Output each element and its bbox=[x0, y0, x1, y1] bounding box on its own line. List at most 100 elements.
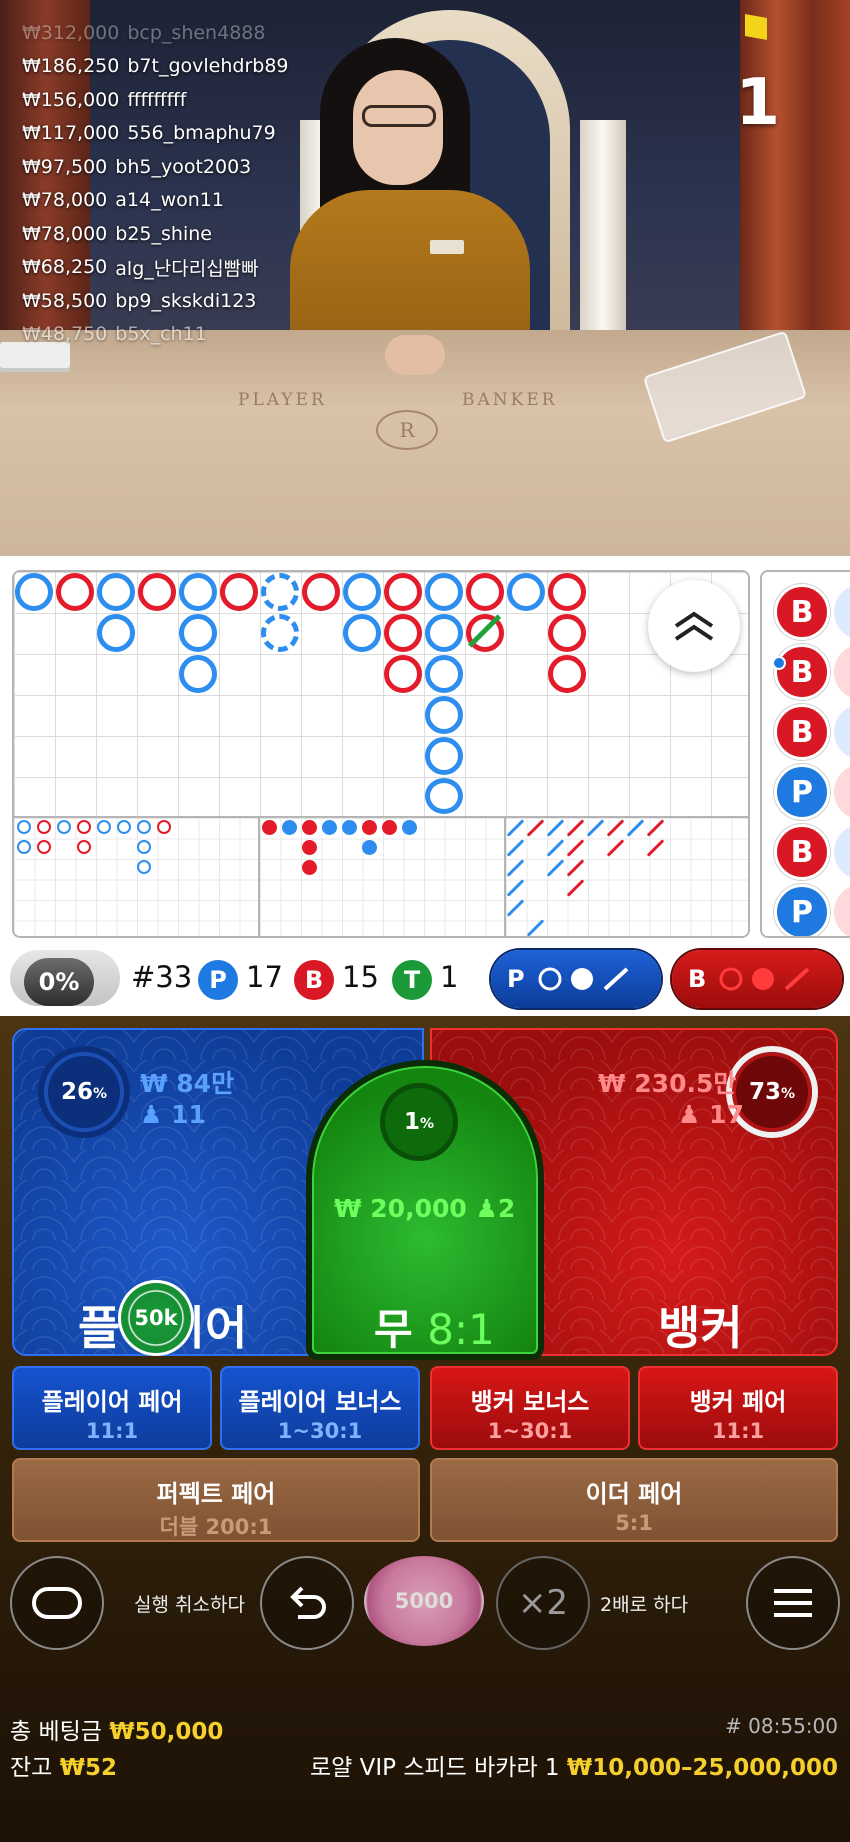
player-bonus-bet[interactable]: 플레이어 보너스 1~30:1 bbox=[220, 1366, 420, 1450]
video-pillar bbox=[580, 120, 626, 350]
small-road-dot bbox=[282, 820, 297, 835]
undo-label: 실행 취소하다 bbox=[134, 1594, 245, 1616]
big-road-banker-ring bbox=[384, 655, 422, 693]
player-badge: P bbox=[198, 960, 238, 1000]
small-road-dot bbox=[342, 820, 357, 835]
chip-selector[interactable]: 5000 bbox=[364, 1556, 484, 1646]
big-road-player-ring bbox=[97, 614, 135, 652]
small-road-dot bbox=[322, 820, 337, 835]
big-road-banker-ring bbox=[220, 573, 258, 611]
big-road-player-ring bbox=[179, 573, 217, 611]
player-ask-button[interactable]: P bbox=[491, 950, 661, 1008]
placed-chip[interactable]: 50k bbox=[118, 1280, 194, 1356]
big-road-banker-ring bbox=[138, 573, 176, 611]
bead-banker: B bbox=[774, 824, 830, 880]
table-name: 로얄 VIP 스피드 바카라 1 bbox=[310, 1755, 560, 1781]
big-road-player-ring bbox=[15, 573, 53, 611]
big-road-player-ring bbox=[425, 737, 463, 775]
player-pair-bet[interactable]: 플레이어 페어 11:1 bbox=[12, 1366, 212, 1450]
big-road-player-ring bbox=[343, 573, 381, 611]
winner-row: ₩78,000 a14_won11 bbox=[22, 189, 224, 212]
double-chevron-up-icon bbox=[674, 611, 714, 641]
table-icon bbox=[32, 1587, 82, 1619]
bet-limits: ₩10,000–25,000,000 bbox=[566, 1755, 838, 1781]
balance: 잔고 ₩52 bbox=[10, 1755, 118, 1781]
big-road-banker-ring bbox=[384, 573, 422, 611]
person-icon: ♟ bbox=[678, 1100, 701, 1129]
tie-bet-summary: ₩ 20,000 ♟2 bbox=[334, 1194, 515, 1223]
winner-row: ₩68,250 alg_난다리십빰빠 bbox=[22, 256, 259, 280]
winner-row: ₩312,000 bcp_shen4888 bbox=[22, 21, 266, 44]
winner-row: ₩186,250 b7t_govlehdrb89 bbox=[22, 55, 289, 78]
tie-badge: T bbox=[392, 960, 432, 1000]
big-eye-road-mark bbox=[77, 820, 91, 834]
undo-button[interactable] bbox=[260, 1556, 354, 1650]
big-road-player-ring bbox=[425, 696, 463, 734]
live-video: PLAYER BANKER R 1 ₩312,000 bcp_shen4888 ₩… bbox=[0, 0, 850, 556]
banker-ask-button[interactable]: B bbox=[672, 950, 842, 1008]
small-road-dot bbox=[362, 820, 377, 835]
video-curtain bbox=[740, 0, 850, 340]
round-number: 1 bbox=[735, 66, 780, 140]
big-road-player-ring bbox=[97, 573, 135, 611]
big-road-player-ring bbox=[507, 573, 545, 611]
bead-banker: B bbox=[774, 584, 830, 640]
big-eye-road-mark bbox=[157, 820, 171, 834]
player-win-count: 17 bbox=[246, 960, 283, 994]
winner-row: ₩156,000 fffffffff bbox=[22, 88, 187, 111]
banker-pair-bet[interactable]: 뱅커 페어 11:1 bbox=[638, 1366, 838, 1450]
tie-label: 무 8:1 bbox=[374, 1305, 495, 1354]
banker-label: 뱅커 bbox=[658, 1301, 743, 1355]
hamburger-menu-icon bbox=[774, 1589, 812, 1617]
either-pair-bet[interactable]: 이더 페어 5:1 bbox=[430, 1458, 838, 1542]
flag-icon bbox=[745, 14, 767, 40]
derived-roads-grid bbox=[14, 816, 748, 936]
undo-icon bbox=[290, 1586, 326, 1619]
round-count: #33 bbox=[131, 960, 193, 994]
small-road-dot bbox=[302, 820, 317, 835]
big-eye-road-mark bbox=[137, 820, 151, 834]
felt-banker-label: BANKER bbox=[462, 390, 558, 410]
player-percent-ring: 26% bbox=[44, 1052, 124, 1132]
big-road-player-ring bbox=[425, 573, 463, 611]
table-view-button[interactable] bbox=[10, 1556, 104, 1650]
big-road-board[interactable] bbox=[12, 570, 750, 938]
perfect-pair-bet[interactable]: 퍼펙트 페어 더블 200:1 bbox=[12, 1458, 420, 1542]
tie-bet-amount: ₩ 20,000 bbox=[334, 1194, 467, 1223]
total-bet-value: ₩50,000 bbox=[109, 1719, 224, 1745]
felt-player-label: PLAYER bbox=[238, 390, 327, 410]
big-eye-road-mark bbox=[137, 860, 151, 874]
bead-road[interactable]: B B B P B P bbox=[760, 570, 850, 938]
small-road-dot bbox=[262, 820, 277, 835]
double-button[interactable]: ×2 bbox=[496, 1556, 590, 1650]
winners-list: ₩312,000 bcp_shen4888 ₩186,250 b7t_govlehd… bbox=[22, 22, 289, 351]
big-eye-road-mark bbox=[37, 840, 51, 854]
player-bettors: ♟ 11 bbox=[140, 1100, 206, 1129]
felt-logo: R bbox=[376, 410, 438, 450]
menu-button[interactable] bbox=[746, 1556, 840, 1650]
bead-banker: B bbox=[774, 704, 830, 760]
person-icon: ♟ bbox=[140, 1100, 163, 1129]
expand-roadmap-button[interactable] bbox=[648, 580, 740, 672]
double-label: 2배로 하다 bbox=[600, 1594, 689, 1616]
game-id: # 08:55:00 bbox=[725, 1714, 838, 1738]
tie-bet-spot[interactable]: 1% ₩ 20,000 ♟2 무 8:1 bbox=[306, 1060, 544, 1360]
big-road-player-ring bbox=[261, 573, 299, 611]
winner-row: ₩48,750 b5x_ch11 bbox=[22, 323, 207, 346]
big-eye-road-mark bbox=[17, 820, 31, 834]
big-road-player-ring bbox=[425, 614, 463, 652]
big-eye-road-mark bbox=[117, 820, 131, 834]
big-road-banker-ring bbox=[548, 614, 586, 652]
big-road-banker-ring bbox=[302, 573, 340, 611]
big-road-player-ring bbox=[425, 778, 463, 814]
percent-toggle-knob: 0% bbox=[24, 958, 94, 1006]
big-eye-road-mark bbox=[77, 840, 91, 854]
small-road-dot bbox=[402, 820, 417, 835]
tie-percent-ring: 1% bbox=[385, 1088, 453, 1156]
big-eye-road-mark bbox=[97, 820, 111, 834]
stats-row: 0% #33 P 17 B 15 T 1 P B bbox=[0, 946, 850, 1010]
big-road-player-ring bbox=[179, 614, 217, 652]
big-road-player-ring bbox=[179, 655, 217, 693]
banker-bonus-bet[interactable]: 뱅커 보너스 1~30:1 bbox=[430, 1366, 630, 1450]
percent-toggle[interactable]: 0% bbox=[10, 950, 120, 1006]
